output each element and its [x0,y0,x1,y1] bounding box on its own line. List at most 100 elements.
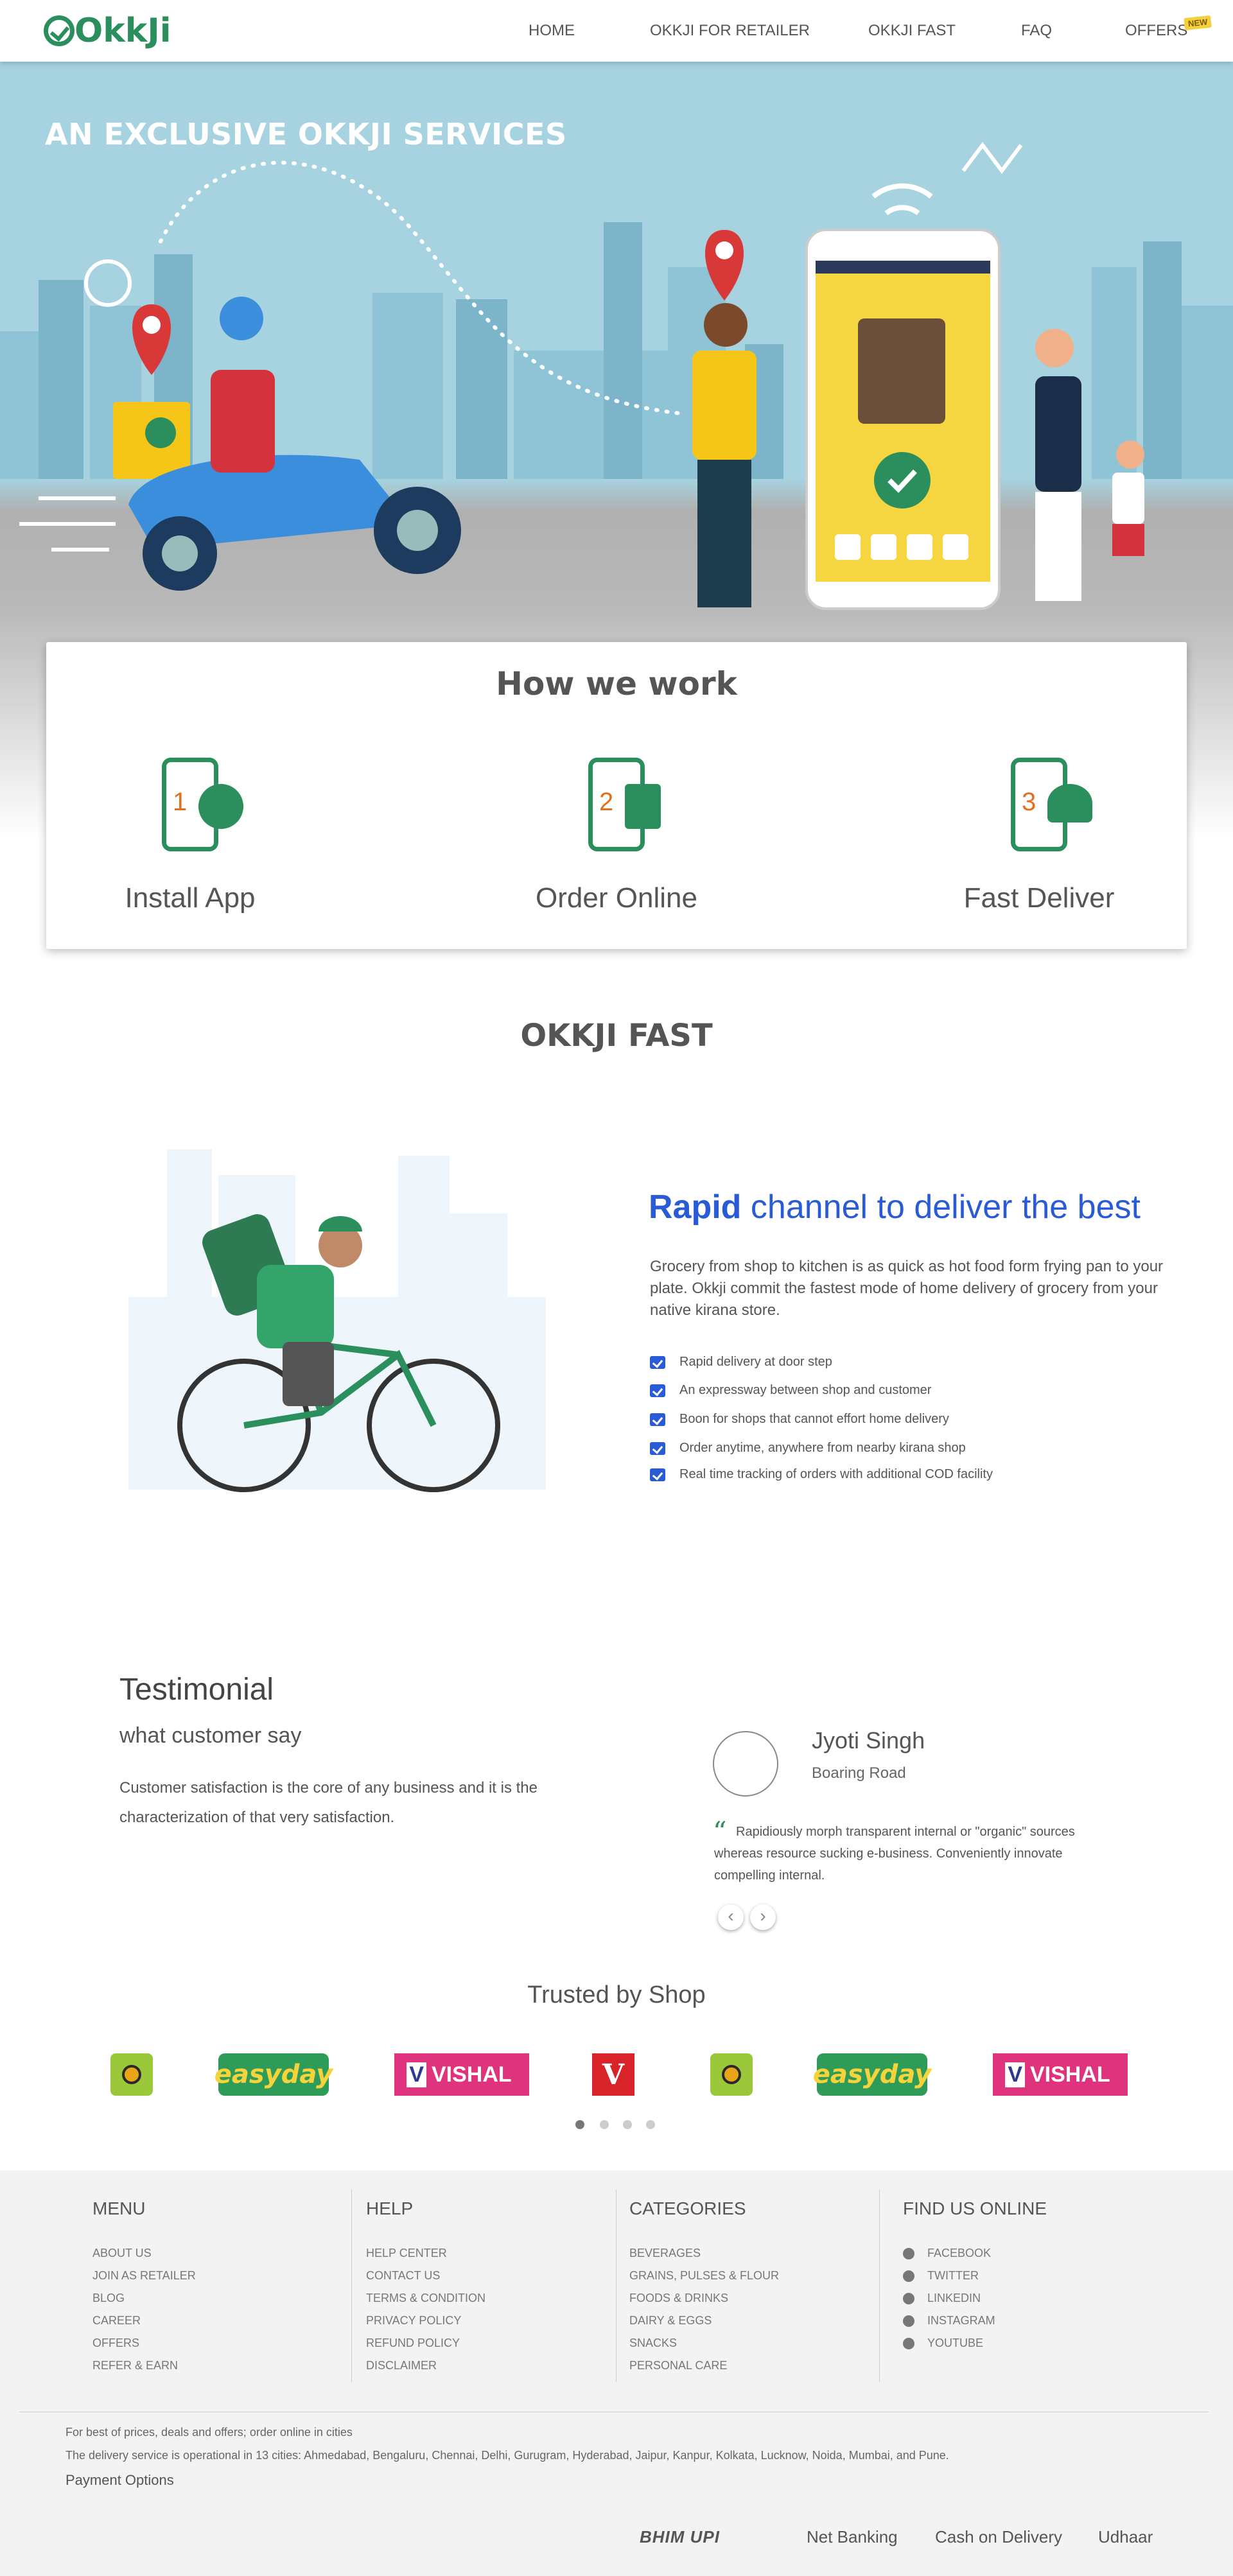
stopwatch-icon [84,259,132,307]
vishal-text: VISHAL [432,2062,512,2087]
footer-link[interactable]: REFER & EARN [92,2354,351,2377]
smartphone-app-illustration [805,142,1023,610]
feature-item: Rapid delivery at door step [650,1355,1202,1370]
feature-item: Real time tracking of orders with additi… [650,1467,1202,1482]
linkedin-icon [903,2293,914,2305]
shop-logo-easyday-2[interactable]: easyday [813,2053,931,2096]
vishal-v-mark: V [407,2062,426,2087]
logo-check-icon [44,15,74,46]
nav-offers[interactable]: OFFERS [1125,22,1187,40]
new-badge: NEW [1184,15,1212,31]
bhim-upi-logo: BHIM UPI [640,2527,720,2546]
feature-text: An expressway between shop and customer [679,1383,932,1397]
nav-faq[interactable]: FAQ [1021,22,1052,40]
carousel-dot[interactable] [623,2120,632,2129]
footer-link[interactable]: PRIVACY POLICY [366,2310,616,2332]
youtube-link[interactable]: YOUTUBE [903,2332,1147,2354]
footer-link[interactable]: JOIN AS RETAILER [92,2265,351,2287]
logo-text: OkkJi [74,12,171,50]
carousel-dot[interactable] [600,2120,609,2129]
footer-link[interactable]: DAIRY & EGGS [629,2310,879,2332]
carousel-dot[interactable] [646,2120,655,2129]
footer-link[interactable]: REFUND POLICY [366,2332,616,2354]
social-label: FACEBOOK [927,2247,992,2259]
checkbox-icon [650,1413,665,1426]
footer-link[interactable]: BEVERAGES [629,2242,879,2265]
shop-logo-vishal-2[interactable]: V VISHAL [993,2053,1128,2096]
footer-link[interactable]: ABOUT US [92,2242,351,2265]
footer-menu-column: MENU ABOUT US JOIN AS RETAILER BLOG CARE… [92,2189,352,2382]
shop-logo-vmart[interactable]: V [592,2053,634,2096]
step-label: Fast Deliver [963,882,1115,914]
nav-home[interactable]: HOME [529,22,575,40]
twitter-link[interactable]: TWITTER [903,2265,1147,2287]
step-number: 2 [599,788,614,816]
okkji-fast-description: Grocery from shop to kitchen is as quick… [650,1258,1164,1319]
delivery-man-illustration [692,303,756,607]
reviewer-name: Jyoti Singh [812,1727,925,1754]
carousel-dot-active[interactable] [575,2120,584,2129]
footer-link[interactable]: BLOG [92,2287,351,2310]
footer-link[interactable]: SNACKS [629,2332,879,2354]
checkbox-icon [650,1355,665,1369]
checkbox-icon [650,1441,665,1455]
nature-mart-icon [122,2065,141,2084]
payment-net-banking: Net Banking [807,2527,898,2546]
scooter-rider-illustration [19,297,461,591]
map-pin-icon [132,304,171,375]
testimonial-title: Testimonial [119,1673,274,1707]
instagram-link[interactable]: INSTAGRAM [903,2310,1147,2332]
feature-text: Rapid delivery at door step [679,1355,832,1369]
trusted-by-shop-title: Trusted by Shop [527,1981,706,2008]
social-label: INSTAGRAM [927,2314,995,2327]
phone-icon: 3 [1011,758,1092,851]
step-fast-deliver: 3 Fast Deliver [911,758,1167,914]
feature-item: Boon for shops that cannot effort home d… [650,1412,1202,1427]
headline-rest: channel to deliver the best [741,1188,1141,1226]
helmet-icon [1047,784,1092,822]
social-label: TWITTER [927,2269,979,2282]
footer-help-column: HELP HELP CENTER CONTACT US TERMS & COND… [366,2189,616,2382]
checkbox-icon [650,1384,665,1397]
okkji-fast-title: OKKJI FAST [520,1018,713,1054]
shop-logo-easyday[interactable]: easyday [214,2053,333,2096]
reviewer-location: Boaring Road [812,1764,906,1782]
okkji-fast-headline: Rapid channel to deliver the best [649,1188,1141,1226]
payment-options-title: Payment Options [66,2472,174,2488]
feature-item: An expressway between shop and customer [650,1383,1202,1398]
nav-okkji-fast[interactable]: OKKJI FAST [868,22,956,40]
linkedin-link[interactable]: LINKEDIN [903,2287,1147,2310]
feature-text: Order anytime, anywhere from nearby kira… [679,1441,966,1455]
footer-link[interactable]: FOODS & DRINKS [629,2287,879,2310]
footer-link[interactable]: CONTACT US [366,2265,616,2287]
footer-link[interactable]: CAREER [92,2310,351,2332]
how-we-work-card: How we work 1 Install App 2 Order Online… [46,642,1187,949]
social-label: YOUTUBE [927,2337,984,2349]
footer-link[interactable]: DISCLAIMER [366,2354,616,2377]
prev-arrow-button[interactable]: ‹ [718,1904,744,1930]
footer-link[interactable]: GRAINS, PULSES & FLOUR [629,2265,879,2287]
footer-help-title: HELP [366,2198,414,2218]
facebook-icon [903,2248,914,2260]
testimonial-description: Customer satisfaction is the core of any… [119,1779,538,1826]
nav-okkji-for-retailer[interactable]: OKKJI FOR RETAILER [650,22,810,40]
step-label: Install App [125,882,256,914]
okkji-logo[interactable]: OkkJi [44,12,171,50]
step-number: 3 [1022,788,1036,816]
phone-icon: 2 [588,758,661,851]
footer-link[interactable]: OFFERS [92,2332,351,2354]
twitter-icon [903,2270,914,2283]
facebook-link[interactable]: FACEBOOK [903,2242,1147,2265]
checkbox-icon [650,1468,665,1481]
next-arrow-button[interactable]: › [750,1904,776,1930]
footer-link[interactable]: PERSONAL CARE [629,2354,879,2377]
instagram-icon [903,2315,914,2328]
footer-social-column: FIND US ONLINE FACEBOOK TWITTER LINKEDIN… [903,2189,1147,2382]
mother-child-illustration [1035,329,1144,601]
shop-logo-vishal[interactable]: V VISHAL [394,2053,529,2096]
vishal-text: VISHAL [1030,2062,1110,2087]
shop-logo-nature-mart-2[interactable] [710,2053,753,2096]
shop-logo-nature-mart[interactable] [110,2053,153,2096]
footer-link[interactable]: TERMS & CONDITION [366,2287,616,2310]
footer-link[interactable]: HELP CENTER [366,2242,616,2265]
